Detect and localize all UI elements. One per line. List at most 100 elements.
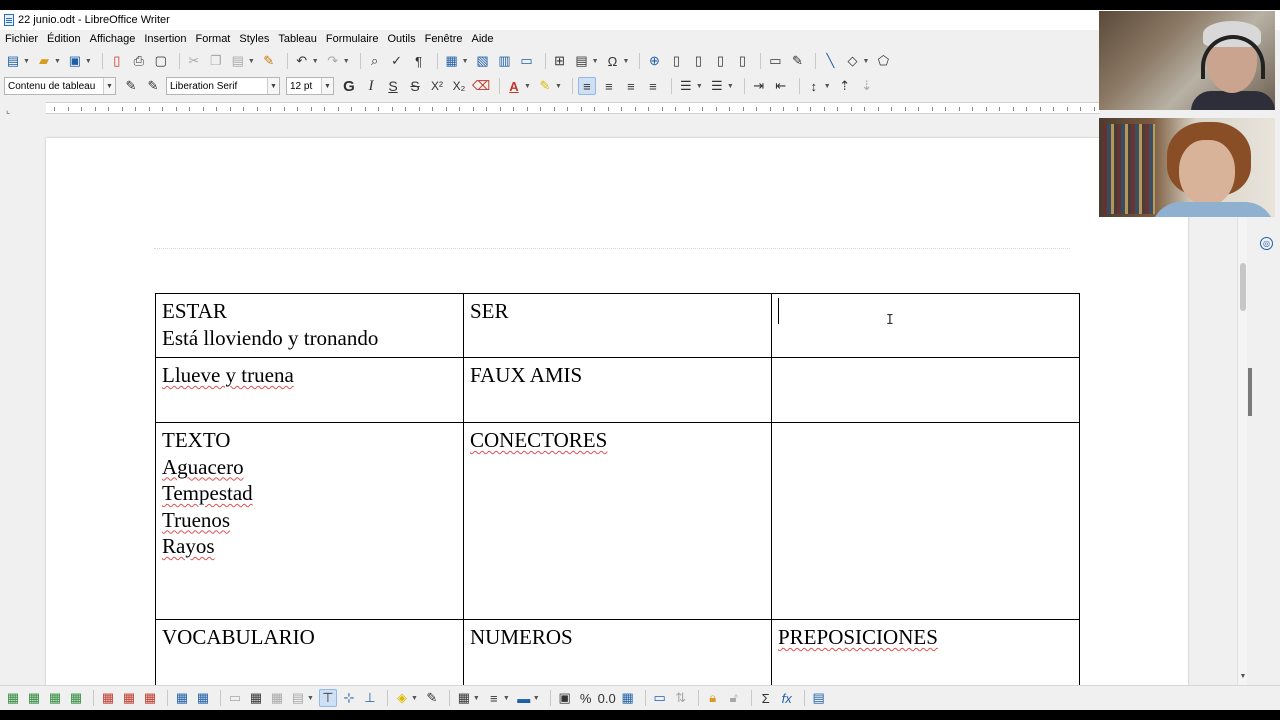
- comment-icon[interactable]: ▭: [766, 52, 784, 70]
- unprotect-cells-icon[interactable]: 🔓︎: [725, 689, 743, 707]
- select-cell-icon[interactable]: ▦: [173, 689, 191, 707]
- table-cell[interactable]: PREPOSICIONES: [771, 619, 1080, 685]
- paragraph-style-select[interactable]: Contenu de tableau ▼: [4, 77, 116, 95]
- sort-icon[interactable]: ⇅: [672, 689, 690, 707]
- insert-line-icon[interactable]: ╲: [821, 52, 839, 70]
- paste-icon[interactable]: ▤: [229, 52, 247, 70]
- navigator-icon[interactable]: ◎: [1260, 237, 1273, 250]
- number-format-currency-icon[interactable]: ▣: [556, 689, 574, 707]
- new-style-icon[interactable]: ✎: [144, 77, 162, 95]
- insert-chart-icon[interactable]: ▥: [496, 52, 514, 70]
- increase-indent-icon[interactable]: ⇥: [750, 77, 768, 95]
- print-preview-icon[interactable]: ▢: [152, 52, 170, 70]
- bold-button[interactable]: G: [340, 77, 358, 95]
- export-pdf-icon[interactable]: ▯: [108, 52, 126, 70]
- table-cell[interactable]: VOCABULARIO: [155, 619, 464, 685]
- font-size-select[interactable]: 12 pt ▼: [286, 77, 334, 95]
- clone-formatting-icon[interactable]: ✎: [260, 52, 278, 70]
- save-icon[interactable]: ▣: [66, 52, 84, 70]
- border-color-icon[interactable]: ▬: [515, 689, 533, 707]
- track-changes-icon[interactable]: ✎: [788, 52, 806, 70]
- open-folder-icon[interactable]: ▰: [35, 52, 53, 70]
- clear-formatting-icon[interactable]: ⌫: [472, 77, 490, 95]
- tab-stop-selector-icon[interactable]: ⌞: [6, 105, 10, 116]
- border-color-dropdown-icon[interactable]: ▼: [533, 695, 540, 702]
- menu-edition[interactable]: Édition: [47, 33, 81, 45]
- align-center-icon[interactable]: ≡: [600, 77, 618, 95]
- italic-button[interactable]: I: [362, 77, 380, 95]
- update-style-icon[interactable]: ✎: [122, 77, 140, 95]
- redo-dropdown-icon[interactable]: ▼: [343, 58, 350, 65]
- menu-fenetre[interactable]: Fenêtre: [425, 33, 463, 45]
- insert-field-icon[interactable]: ▤: [573, 52, 591, 70]
- decrease-paragraph-spacing-icon[interactable]: ⇣: [858, 77, 876, 95]
- decrease-indent-icon[interactable]: ⇤: [772, 77, 790, 95]
- unordered-list-dropdown-icon[interactable]: ▼: [696, 83, 703, 90]
- unordered-list-icon[interactable]: ☰: [677, 77, 695, 95]
- chevron-down-icon[interactable]: ▼: [321, 78, 333, 94]
- line-spacing-dropdown-icon[interactable]: ▼: [824, 83, 831, 90]
- menu-insertion[interactable]: Insertion: [144, 33, 186, 45]
- document-area[interactable]: ESTAR Está lloviendo y tronando SER Llue…: [0, 123, 1237, 685]
- insert-columns-before-icon[interactable]: ▦: [46, 689, 64, 707]
- delete-rows-icon[interactable]: ▦: [99, 689, 117, 707]
- menu-aide[interactable]: Aide: [472, 33, 494, 45]
- shapes-dropdown-icon[interactable]: ▼: [862, 58, 869, 65]
- insert-table-icon[interactable]: ▦: [443, 52, 461, 70]
- menu-formulaire[interactable]: Formulaire: [326, 33, 379, 45]
- hyperlink-icon[interactable]: ⊕: [645, 52, 663, 70]
- page-break-icon[interactable]: ⊞: [551, 52, 569, 70]
- highlight-color-icon[interactable]: ✎: [536, 77, 554, 95]
- align-top-icon[interactable]: ⊤: [318, 689, 337, 707]
- undo-icon[interactable]: ↶: [293, 52, 311, 70]
- delete-table-icon[interactable]: ▦: [141, 689, 159, 707]
- new-dropdown-icon[interactable]: ▼: [23, 58, 30, 65]
- select-table-icon[interactable]: ▦: [194, 689, 212, 707]
- copy-icon[interactable]: ❐: [207, 52, 225, 70]
- align-bottom-icon[interactable]: ⊥: [361, 689, 379, 707]
- print-icon[interactable]: ⎙: [130, 52, 148, 70]
- ordered-list-icon[interactable]: ☰: [708, 77, 726, 95]
- scrollbar-thumb[interactable]: [1240, 263, 1246, 311]
- insert-image-icon[interactable]: ▧: [474, 52, 492, 70]
- footnote-icon[interactable]: ▯: [667, 52, 685, 70]
- font-color-dropdown-icon[interactable]: ▼: [524, 83, 531, 90]
- align-left-icon[interactable]: ≡: [577, 77, 596, 95]
- superscript-button[interactable]: X²: [428, 77, 446, 95]
- underline-button[interactable]: S: [384, 77, 402, 95]
- cell-background-dropdown-icon[interactable]: ▼: [411, 695, 418, 702]
- table-cell[interactable]: TEXTO Aguacero Tempestad Truenos Rayos: [155, 422, 464, 620]
- menu-format[interactable]: Format: [196, 33, 231, 45]
- document-table[interactable]: ESTAR Está lloviendo y tronando SER Llue…: [155, 293, 1080, 685]
- sum-icon[interactable]: Σ: [757, 689, 775, 707]
- optimize-size-icon[interactable]: ▤: [289, 689, 307, 707]
- insert-textbox-icon[interactable]: ▭: [518, 52, 536, 70]
- table-cell[interactable]: Llueve y truena: [155, 357, 464, 423]
- number-format-decimal-icon[interactable]: 0.0: [598, 689, 616, 707]
- endnote-icon[interactable]: ▯: [689, 52, 707, 70]
- field-dropdown-icon[interactable]: ▼: [592, 58, 599, 65]
- highlight-dropdown-icon[interactable]: ▼: [555, 83, 562, 90]
- table-properties-icon[interactable]: ▤: [810, 689, 828, 707]
- bookmark-icon[interactable]: ▯: [711, 52, 729, 70]
- merge-cells-icon[interactable]: ▭: [226, 689, 244, 707]
- increase-paragraph-spacing-icon[interactable]: ⇡: [836, 77, 854, 95]
- align-right-icon[interactable]: ≡: [622, 77, 640, 95]
- strikethrough-button[interactable]: S: [406, 77, 424, 95]
- insert-columns-after-icon[interactable]: ▦: [67, 689, 85, 707]
- table-cell-active[interactable]: [771, 293, 1080, 358]
- redo-icon[interactable]: ↷: [324, 52, 342, 70]
- borders-dropdown-icon[interactable]: ▼: [473, 695, 480, 702]
- document-page[interactable]: ESTAR Está lloviendo y tronando SER Llue…: [46, 138, 1188, 685]
- draw-functions-icon[interactable]: ⬠: [874, 52, 892, 70]
- ordered-list-dropdown-icon[interactable]: ▼: [727, 83, 734, 90]
- formula-icon[interactable]: fx: [778, 689, 796, 707]
- table-cell[interactable]: SER: [463, 293, 772, 358]
- chevron-down-icon[interactable]: ▼: [267, 78, 279, 94]
- number-format-date-icon[interactable]: ▦: [619, 689, 637, 707]
- justify-icon[interactable]: ≡: [644, 77, 662, 95]
- border-style-dropdown-icon[interactable]: ▼: [503, 695, 510, 702]
- align-center-vertically-icon[interactable]: ⊹: [340, 689, 358, 707]
- number-format-percent-icon[interactable]: %: [577, 689, 595, 707]
- chevron-down-icon[interactable]: ▼: [103, 78, 115, 94]
